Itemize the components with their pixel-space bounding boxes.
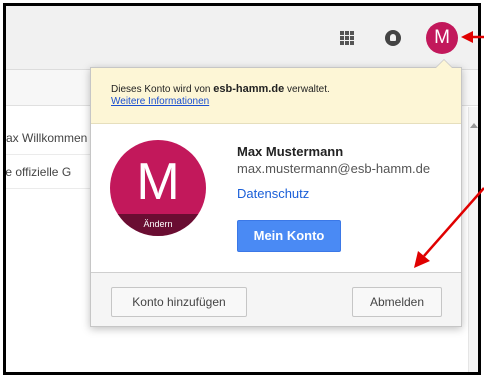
apps-grid-icon[interactable] [340,31,354,45]
background-message-list: Max Willkommen die offizielle G [6,107,102,372]
more-info-link[interactable]: Weitere Informationen [111,96,209,108]
list-item-text: Max Willkommen [6,131,88,145]
scroll-up-icon[interactable] [470,123,478,128]
notice-suffix: verwaltet. [284,84,330,95]
list-item[interactable]: die offizielle G [6,155,102,189]
panel-footer: Konto hinzufügen Abmelden [91,272,461,326]
scrollbar[interactable] [468,107,478,372]
sign-out-button[interactable]: Abmelden [352,287,442,317]
account-name: Max Mustermann [237,144,344,159]
notifications-bell-icon[interactable] [385,30,401,46]
account-dropdown-panel: Dieses Konto wird von esb-hamm.de verwal… [90,59,462,327]
change-photo-button[interactable]: Ändern [110,214,206,236]
account-email: max.mustermann@esb-hamm.de [237,161,431,176]
list-item-text: die offizielle G [6,165,72,179]
privacy-link[interactable]: Datenschutz [237,186,309,201]
add-account-button[interactable]: Konto hinzufügen [111,287,247,317]
my-account-button[interactable]: Mein Konto [237,220,341,252]
profile-avatar[interactable]: M Ändern [110,140,206,236]
managed-account-notice: Dieses Konto wird von esb-hamm.de verwal… [91,68,461,124]
list-item[interactable]: Max Willkommen [6,121,102,155]
account-avatar-button[interactable]: M [426,22,458,54]
top-bar: M [6,6,478,70]
profile-avatar-letter: M [136,153,180,211]
panel-notch-fill [436,60,452,68]
notice-prefix: Dieses Konto wird von [111,84,214,95]
notice-domain: esb-hamm.de [213,83,285,95]
browser-frame: M Max Willkommen die offizielle G Dieses… [3,3,481,375]
